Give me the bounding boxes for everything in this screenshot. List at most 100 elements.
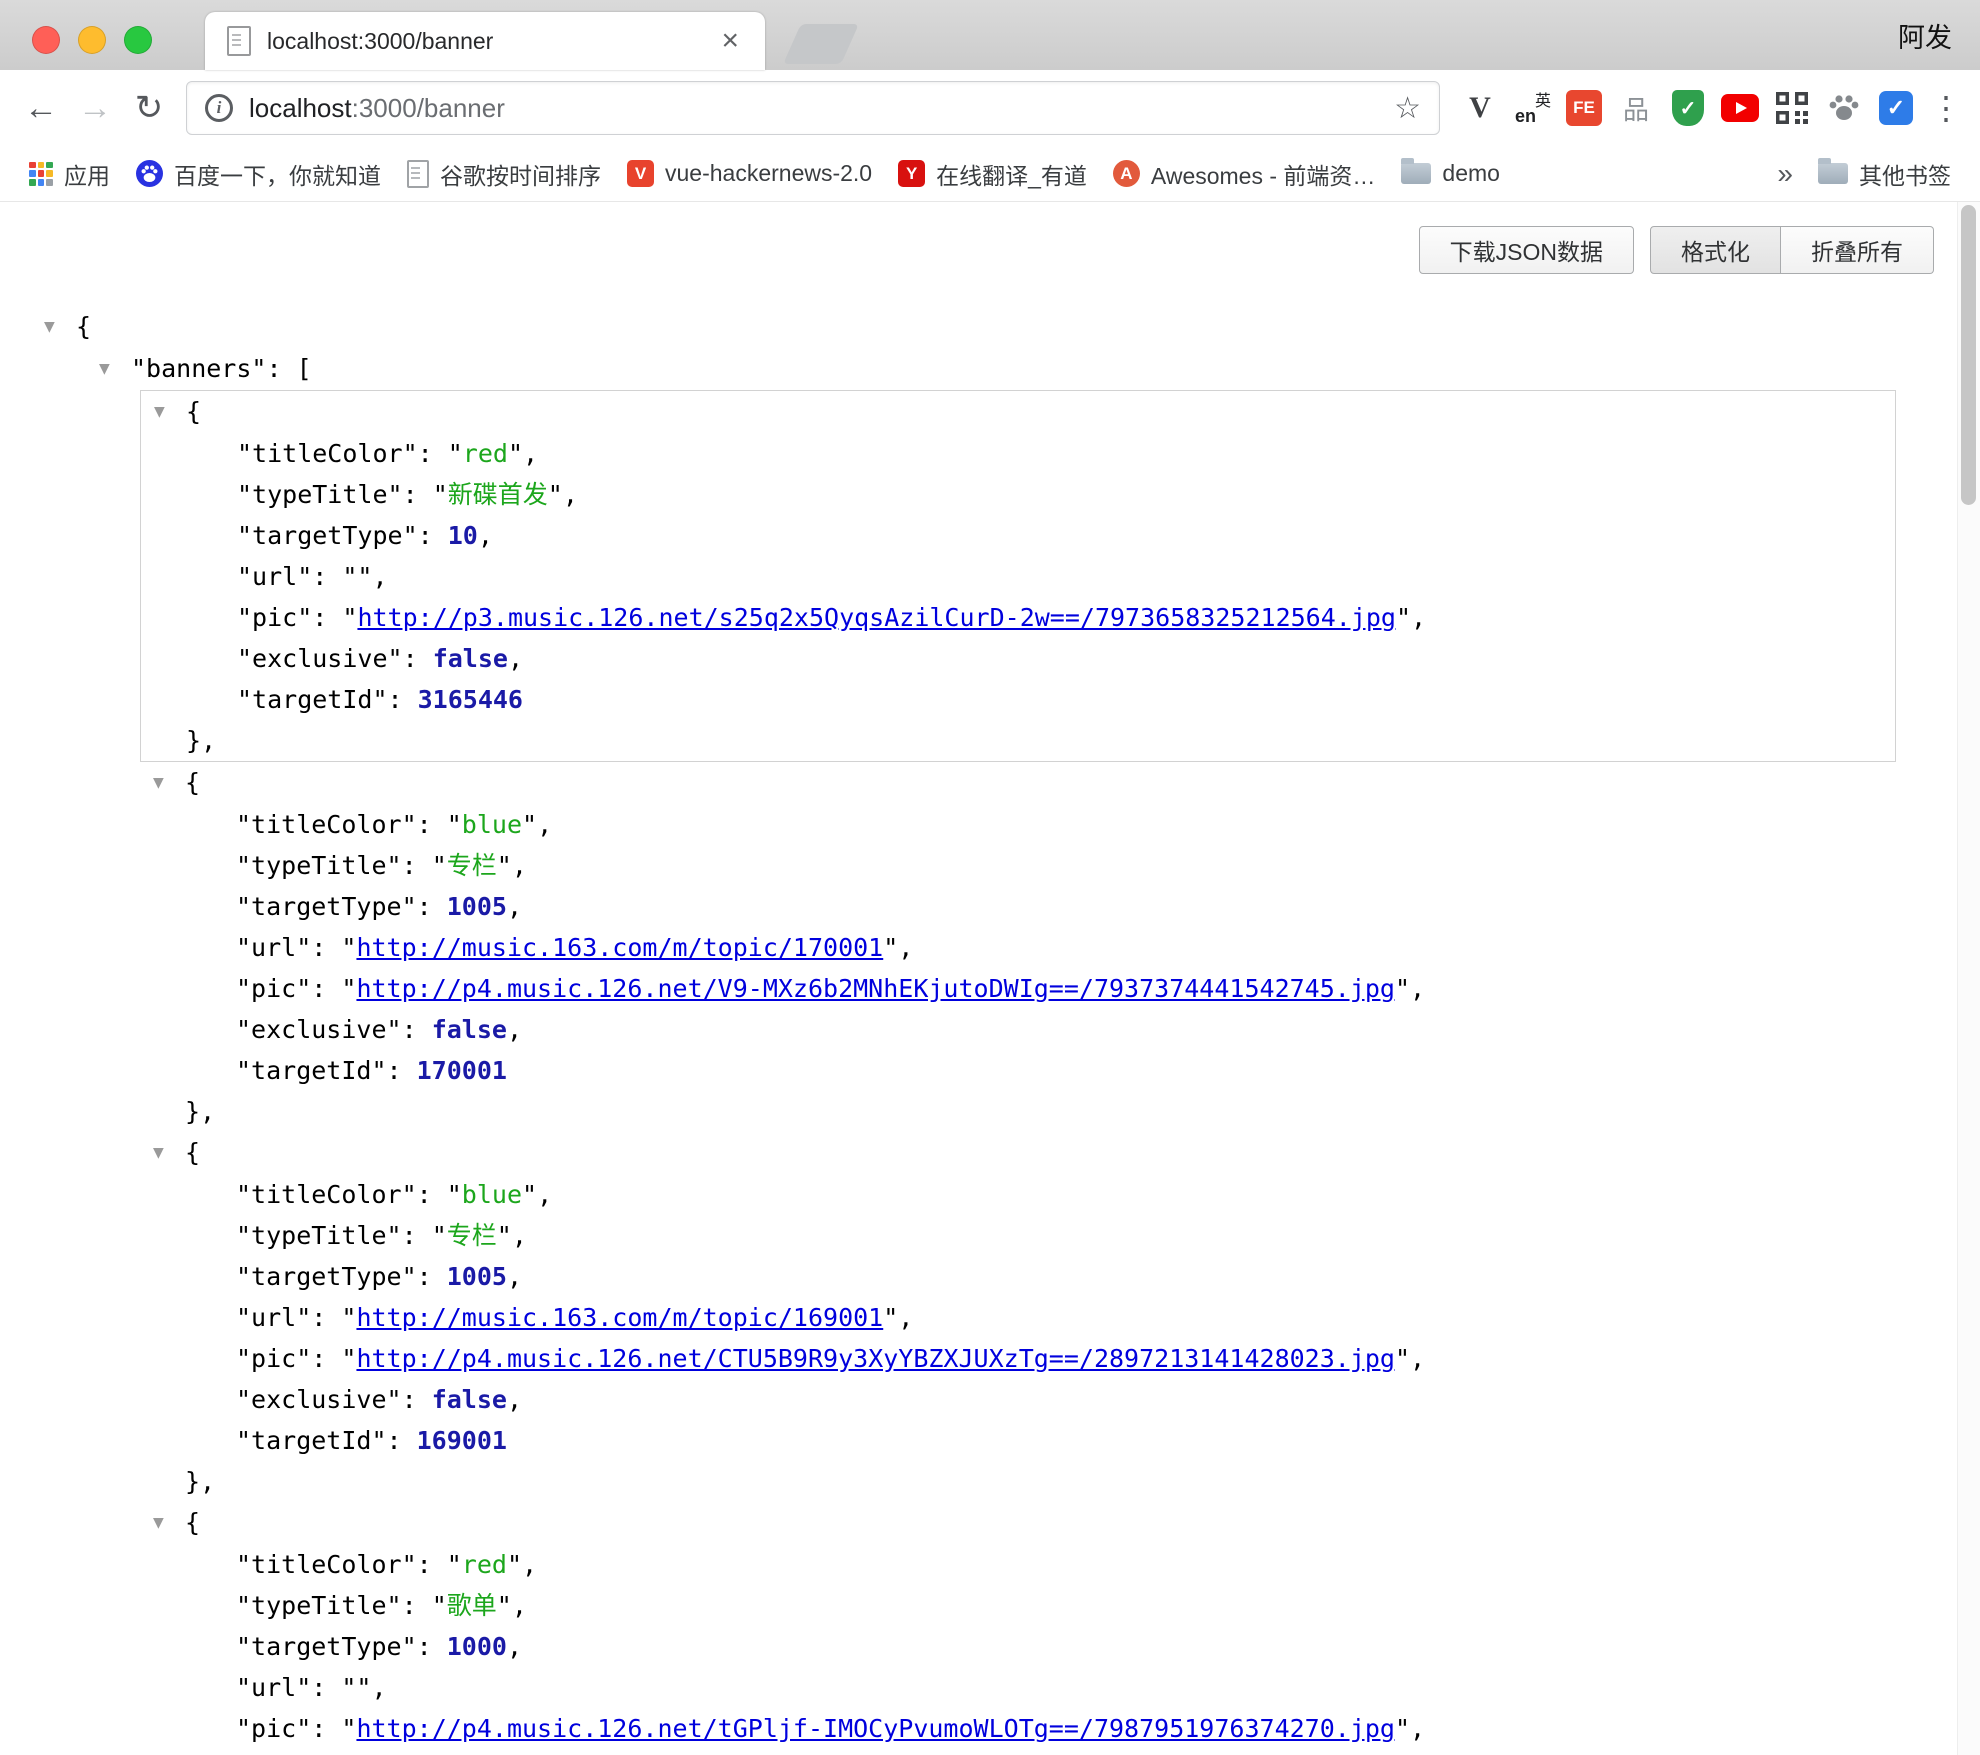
forward-button[interactable]: → xyxy=(68,81,122,135)
json-number-value: 3165446 xyxy=(418,685,523,714)
json-line: "targetType": 1005, xyxy=(140,886,1896,927)
other-bookmarks-folder[interactable]: 其他书签 xyxy=(1805,154,1964,194)
bookmark-item-youdao[interactable]: Y 在线翻译_有道 xyxy=(885,154,1100,194)
json-line: ▼{ xyxy=(140,1502,1896,1544)
json-line: "pic": "http://p4.music.126.net/CTU5B9R9… xyxy=(140,1338,1896,1379)
collapse-triangle-icon[interactable]: ▼ xyxy=(149,1503,185,1544)
json-line: "typeTitle": "专栏", xyxy=(140,1215,1896,1256)
json-punctuation: : xyxy=(418,439,448,468)
reload-button[interactable]: ↻ xyxy=(122,81,176,135)
json-punctuation: : xyxy=(417,1632,447,1661)
json-link[interactable]: http://p4.music.126.net/tGPljf-IMOCyPvum… xyxy=(356,1714,1395,1743)
translate-extension-icon[interactable]: 英 en xyxy=(1510,86,1554,130)
address-bar[interactable]: i localhost:3000/banner ☆ xyxy=(186,81,1440,135)
json-key: "pic" xyxy=(236,974,311,1003)
new-tab-button[interactable] xyxy=(783,24,859,64)
org-chart-extension-icon[interactable]: 品 xyxy=(1614,86,1658,130)
site-info-icon[interactable]: i xyxy=(205,94,233,122)
json-line: ▼{ xyxy=(0,306,1956,348)
collapse-all-button[interactable]: 折叠所有 xyxy=(1781,226,1934,274)
document-icon xyxy=(407,160,429,188)
bookmark-item-google-sort[interactable]: 谷歌按时间排序 xyxy=(394,154,614,194)
qrcode-icon xyxy=(1776,92,1808,124)
json-punctuation: : xyxy=(312,603,342,632)
download-json-button[interactable]: 下载JSON数据 xyxy=(1419,226,1634,274)
json-punctuation: , xyxy=(507,892,522,921)
scrollbar-thumb[interactable] xyxy=(1961,205,1976,505)
shield-extension-icon[interactable] xyxy=(1666,86,1710,130)
folder-icon xyxy=(1401,163,1431,184)
json-line: }, xyxy=(140,1461,1896,1502)
json-object: ▼{"titleColor": "red","typeTitle": "歌单",… xyxy=(140,1502,1896,1755)
traffic-lights xyxy=(32,26,152,54)
json-punctuation: : xyxy=(402,1591,432,1620)
json-line: ▼{ xyxy=(141,391,1895,433)
paw-icon xyxy=(1827,91,1861,125)
json-punctuation: " xyxy=(548,480,563,509)
bookmark-label: vue-hackernews-2.0 xyxy=(665,160,872,187)
json-string-value: red xyxy=(463,439,508,468)
bookmark-item-baidu[interactable]: 百度一下，你就知道 xyxy=(123,154,394,194)
back-button[interactable]: ← xyxy=(14,81,68,135)
json-link[interactable]: http://p4.music.126.net/CTU5B9R9y3XyYBZX… xyxy=(356,1344,1395,1373)
qrcode-extension-icon[interactable] xyxy=(1770,86,1814,130)
scrollbar-track[interactable] xyxy=(1957,202,1980,1755)
youtube-extension-icon[interactable] xyxy=(1718,86,1762,130)
json-string-value: 歌单 xyxy=(447,1591,497,1620)
json-string-value: 专栏 xyxy=(447,851,497,880)
browser-tab[interactable]: localhost:3000/banner × xyxy=(205,12,765,70)
json-punctuation: : xyxy=(402,1015,432,1044)
bookmark-folder-demo[interactable]: demo xyxy=(1388,154,1513,194)
vimium-extension-icon[interactable]: V xyxy=(1458,86,1502,130)
json-punctuation: , xyxy=(507,1632,522,1661)
format-button[interactable]: 格式化 xyxy=(1650,226,1781,274)
collapse-triangle-icon[interactable]: ▼ xyxy=(149,763,185,804)
json-key: "targetId" xyxy=(236,1056,387,1085)
json-punctuation: " xyxy=(341,1303,356,1332)
json-punctuation: : xyxy=(311,1303,341,1332)
json-boolean-value: false xyxy=(432,1015,507,1044)
extension-icons: V 英 en FE 品 xyxy=(1458,86,1966,130)
collapse-triangle-icon[interactable]: ▼ xyxy=(95,349,131,390)
collapse-triangle-icon[interactable]: ▼ xyxy=(150,392,186,433)
minimize-window-button[interactable] xyxy=(78,26,106,54)
json-punctuation: " xyxy=(341,933,356,962)
bookmarks-overflow-chevron-icon[interactable]: » xyxy=(1765,158,1805,190)
apps-shortcut[interactable]: 应用 xyxy=(16,154,123,194)
json-link[interactable]: http://p4.music.126.net/V9-MXz6b2MNhEKju… xyxy=(356,974,1395,1003)
json-punctuation: : xyxy=(311,1344,341,1373)
format-button-group: 格式化 折叠所有 xyxy=(1650,226,1934,274)
json-punctuation: " xyxy=(1395,1714,1410,1743)
json-line: "targetId": 170001 xyxy=(140,1050,1896,1091)
tab-close-icon[interactable]: × xyxy=(717,26,743,56)
sync-check-extension-icon[interactable]: ✓ xyxy=(1874,86,1918,130)
bookmark-label: demo xyxy=(1442,160,1500,187)
collapse-triangle-icon[interactable]: ▼ xyxy=(149,1133,185,1174)
json-string-value: red xyxy=(462,1550,507,1579)
page-favicon-icon xyxy=(227,26,251,56)
json-link[interactable]: http://p3.music.126.net/s25q2x5QyqsAzilC… xyxy=(357,603,1396,632)
json-punctuation: " xyxy=(447,1180,462,1209)
close-window-button[interactable] xyxy=(32,26,60,54)
bookmark-item-vue-hackernews[interactable]: V vue-hackernews-2.0 xyxy=(614,154,885,194)
json-link[interactable]: http://music.163.com/m/topic/170001 xyxy=(356,933,883,962)
fe-extension-icon[interactable]: FE xyxy=(1562,86,1606,130)
json-punctuation: : xyxy=(312,562,342,591)
profile-name[interactable]: 阿发 xyxy=(1898,0,1952,70)
json-punctuation: "" xyxy=(341,1673,371,1702)
browser-menu-icon[interactable]: ⋮ xyxy=(1926,89,1966,127)
bookmark-star-icon[interactable]: ☆ xyxy=(1394,91,1421,126)
json-link[interactable]: http://music.163.com/m/topic/169001 xyxy=(356,1303,883,1332)
json-key: "banners" xyxy=(131,354,266,383)
json-punctuation: " xyxy=(1395,974,1410,1003)
paw-extension-icon[interactable] xyxy=(1822,86,1866,130)
json-line: }, xyxy=(140,1091,1896,1132)
json-key: "titleColor" xyxy=(236,1550,417,1579)
json-line: "targetType": 1000, xyxy=(140,1626,1896,1667)
bookmark-item-awesomes[interactable]: A Awesomes - 前端资… xyxy=(1100,154,1389,194)
collapse-triangle-icon[interactable]: ▼ xyxy=(40,307,76,348)
json-punctuation: , xyxy=(507,1015,522,1044)
zoom-window-button[interactable] xyxy=(124,26,152,54)
json-line: "targetId": 3165446 xyxy=(141,679,1895,720)
json-punctuation: : xyxy=(388,685,418,714)
